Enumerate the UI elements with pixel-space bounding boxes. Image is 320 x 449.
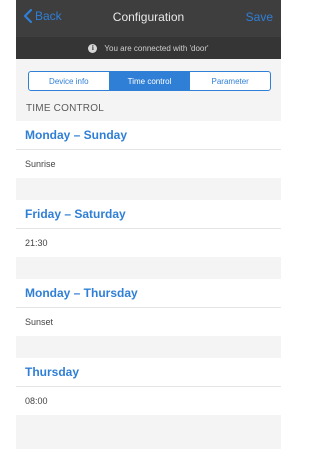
tab-device-info[interactable]: Device info xyxy=(29,72,110,90)
navigation-bar: Back Configuration Save xyxy=(16,0,281,37)
time-entry[interactable]: Monday – Sunday Sunrise xyxy=(16,121,281,178)
connection-status-bar: i You are connected with 'door' xyxy=(16,37,281,59)
connection-status-text: You are connected with 'door' xyxy=(104,43,209,53)
time-entry[interactable]: Thursday 08:00 xyxy=(16,358,281,415)
time-entry[interactable]: Friday – Saturday 21:30 xyxy=(16,200,281,257)
time-entry-value[interactable]: Sunrise xyxy=(16,150,281,178)
group-spacer xyxy=(16,178,281,200)
page-title: Configuration xyxy=(112,10,185,24)
group-spacer xyxy=(16,257,281,279)
section-header: TIME CONTROL xyxy=(26,103,104,114)
tab-time-control[interactable]: Time control xyxy=(109,72,191,90)
time-entry-value[interactable]: Sunset xyxy=(16,308,281,336)
time-entry-value[interactable]: 21:30 xyxy=(16,229,281,257)
info-icon: i xyxy=(88,43,98,53)
time-entry[interactable]: Monday – Thursday Sunset xyxy=(16,279,281,336)
time-entry-days[interactable]: Monday – Sunday xyxy=(16,121,281,150)
time-entry-days[interactable]: Monday – Thursday xyxy=(16,279,281,308)
group-spacer xyxy=(16,336,281,358)
segmented-control: Device info Time control Parameter xyxy=(28,71,271,91)
time-entry-days[interactable]: Friday – Saturday xyxy=(16,200,281,229)
tab-bar-container: Device info Time control Parameter xyxy=(16,59,281,101)
tab-parameter[interactable]: Parameter xyxy=(190,72,270,90)
save-button[interactable]: Save xyxy=(246,10,273,24)
app-screen: Back Configuration Save i You are connec… xyxy=(16,0,281,449)
time-entry-days[interactable]: Thursday xyxy=(16,358,281,387)
time-entry-value[interactable]: 08:00 xyxy=(16,387,281,415)
